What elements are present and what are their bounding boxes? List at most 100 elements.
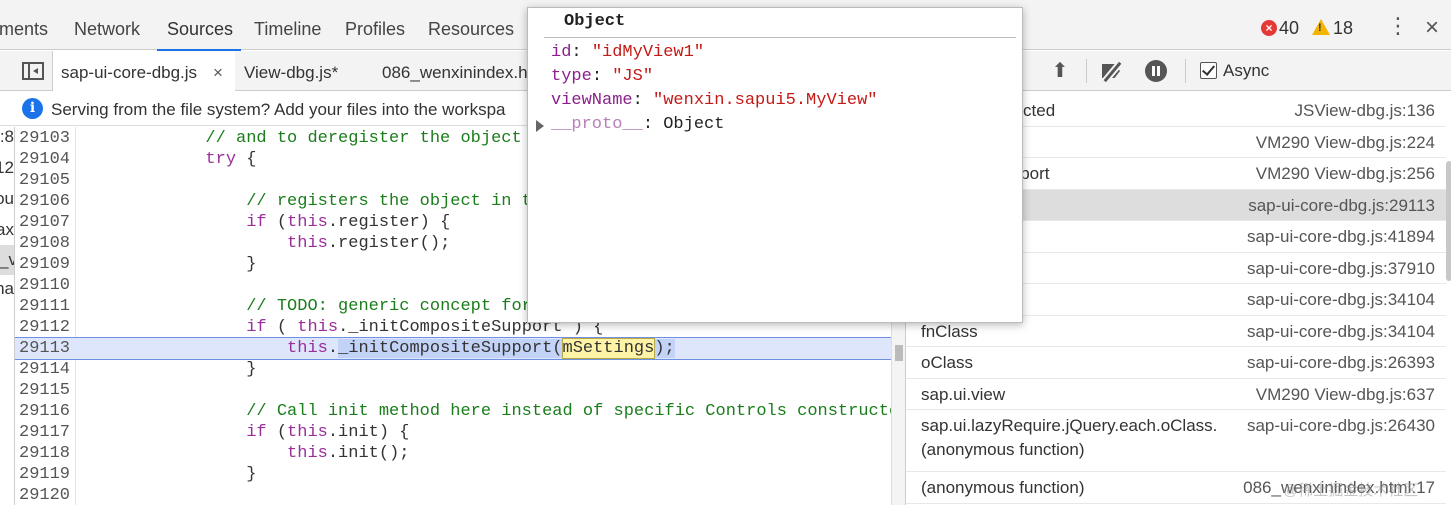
line-number[interactable]: 29115 — [19, 380, 70, 401]
call-frame-location[interactable]: sap-ui-core-dbg.js:41894 — [1247, 227, 1435, 247]
error-count[interactable]: 40 — [1279, 18, 1299, 39]
divider — [1185, 59, 1186, 83]
line-number[interactable]: 29105 — [19, 170, 70, 191]
code-line[interactable]: 29117 if (this.init) { — [15, 422, 891, 443]
console-status-area: × 40 ! 18 ⋮ × — [1261, 0, 1451, 50]
code-token: } — [83, 465, 257, 484]
line-number[interactable]: 29119 — [19, 464, 70, 485]
line-number[interactable]: 29108 — [19, 233, 70, 254]
tab-sources[interactable]: Sources — [156, 0, 242, 51]
code-line[interactable]: 29120 — [15, 485, 891, 505]
call-stack-scrollbar[interactable] — [1446, 95, 1451, 505]
pause-on-exceptions-icon[interactable] — [1145, 60, 1167, 82]
call-frame-location[interactable]: VM290 View-dbg.js:256 — [1256, 164, 1435, 184]
navigator-item[interactable]: ax — [0, 220, 14, 240]
line-number[interactable]: 29103 — [19, 128, 70, 149]
step-out-icon[interactable]: ⬆ — [1048, 59, 1072, 83]
navigator-item-selected[interactable]: _v — [0, 245, 14, 275]
tab-resources[interactable]: Resources — [428, 0, 514, 50]
tab-profiles[interactable]: Profiles — [345, 0, 405, 50]
call-frame[interactable]: sap.ui.view VM290 View-dbg.js:637 — [906, 379, 1451, 410]
scrollbar-thumb[interactable] — [895, 345, 903, 361]
line-number[interactable]: 29120 — [19, 485, 70, 505]
warning-icon[interactable]: ! — [1312, 19, 1330, 35]
line-number[interactable]: 29109 — [19, 254, 70, 275]
call-frame-location[interactable]: VM290 View-dbg.js:224 — [1256, 133, 1435, 153]
call-frame-location[interactable]: sap-ui-core-dbg.js:29113 — [1248, 196, 1435, 216]
object-property[interactable]: viewName: "wenxin.sapui5.MyView" — [551, 91, 877, 110]
line-number[interactable]: 29106 — [19, 191, 70, 212]
object-preview-popover: Object id: "idMyView1" type: "JS" viewNa… — [527, 7, 1023, 323]
call-frame-function: oClass — [921, 353, 973, 372]
call-frame-location[interactable]: sap-ui-core-dbg.js:26393 — [1247, 353, 1435, 373]
tab-timeline[interactable]: Timeline — [254, 0, 321, 50]
call-frame-location[interactable]: sap-ui-core-dbg.js:34104 — [1247, 322, 1435, 342]
call-frame-location[interactable]: sap-ui-core-dbg.js:37910 — [1247, 259, 1435, 279]
code-text: if ( this._initCompositeSupport ) { — [83, 317, 603, 338]
watermark: @稀土掘金技术社区 — [1283, 482, 1419, 499]
code-line[interactable]: 29119 } — [15, 464, 891, 485]
code-token: this — [297, 318, 339, 337]
warning-count[interactable]: 18 — [1333, 18, 1353, 39]
file-tab-wenxinindex[interactable]: 086_wenxinindex.h — [382, 51, 528, 91]
object-proto-property[interactable]: __proto__: Object — [551, 115, 724, 134]
code-token: mSettings — [561, 338, 656, 359]
property-value: "JS" — [612, 67, 654, 86]
navigator-item[interactable]: na — [0, 279, 14, 299]
line-number[interactable]: 29107 — [19, 212, 70, 233]
deactivate-breakpoints-icon[interactable] — [1100, 62, 1126, 80]
code-line[interactable]: 29118 this.init(); — [15, 443, 891, 464]
call-frame-function: fnClass — [921, 321, 978, 341]
object-property[interactable]: type: "JS" — [551, 67, 653, 86]
navigator-item[interactable]: 12 — [0, 158, 14, 178]
code-line[interactable]: 29114 } — [15, 359, 891, 380]
code-token: .init(); — [327, 444, 410, 463]
line-number[interactable]: 29104 — [19, 149, 70, 170]
async-checkbox[interactable] — [1200, 62, 1217, 79]
scrollbar-thumb[interactable] — [1446, 161, 1451, 281]
line-number[interactable]: 29118 — [19, 443, 70, 464]
call-frame[interactable]: sap.ui.lazyRequire.jQuery.each.oClass. (a… — [906, 410, 1451, 472]
line-number[interactable]: 29114 — [19, 359, 70, 380]
close-devtools-icon[interactable]: × — [1425, 14, 1439, 42]
call-frame[interactable]: oClass sap-ui-core-dbg.js:26393 — [906, 347, 1451, 379]
code-token: ( — [266, 423, 288, 442]
line-number[interactable]: 29110 — [19, 275, 70, 296]
code-text: this._initCompositeSupport(mSettings); — [83, 338, 675, 359]
line-number[interactable]: 29112 — [19, 317, 70, 338]
infobar-message: Serving from the file system? Add your f… — [51, 100, 506, 119]
code-token: ); — [654, 339, 675, 358]
line-number[interactable]: 29111 — [19, 296, 70, 317]
code-token: _initCompositeSupport( — [338, 339, 563, 358]
file-tab-view-dbg[interactable]: View-dbg.js* — [244, 51, 338, 91]
call-frame-location[interactable]: sap-ui-core-dbg.js:26430 — [1247, 416, 1435, 436]
close-icon[interactable]: × — [213, 51, 223, 95]
property-key: id — [551, 43, 572, 62]
call-frame-location[interactable]: sap-ui-core-dbg.js:34104 — [1247, 290, 1435, 310]
code-line[interactable]: 29116 // Call init method here instead o… — [15, 401, 891, 422]
object-property[interactable]: id: "idMyView1" — [551, 43, 704, 62]
call-frame-function: (anonymous function) — [921, 440, 1085, 459]
file-tab-sap-ui-core[interactable]: sap-ui-core-dbg.js × — [53, 51, 235, 92]
navigator-item[interactable]: ou — [0, 189, 14, 209]
current-execution-line[interactable]: 29113 this._initCompositeSupport(mSettin… — [15, 337, 891, 360]
more-options-icon[interactable]: ⋮ — [1387, 15, 1409, 37]
expand-triangle-icon[interactable] — [536, 120, 544, 132]
line-number[interactable]: 29117 — [19, 422, 70, 443]
toggle-navigator-icon[interactable] — [22, 62, 44, 80]
tab-network[interactable]: Network — [74, 0, 140, 50]
line-number[interactable]: 29116 — [19, 401, 70, 422]
code-text: if (this.init) { — [83, 422, 409, 443]
call-frame-location[interactable]: JSView-dbg.js:136 — [1295, 101, 1436, 121]
error-icon[interactable]: × — [1261, 20, 1277, 36]
call-frame-location[interactable]: VM290 View-dbg.js:637 — [1256, 385, 1435, 405]
code-token: this — [287, 444, 328, 463]
code-line[interactable]: 29115 — [15, 380, 891, 401]
line-number[interactable]: 29113 — [19, 338, 70, 359]
tab-elements[interactable]: ments — [0, 0, 48, 50]
navigator-item[interactable]: t:8 — [0, 127, 14, 147]
